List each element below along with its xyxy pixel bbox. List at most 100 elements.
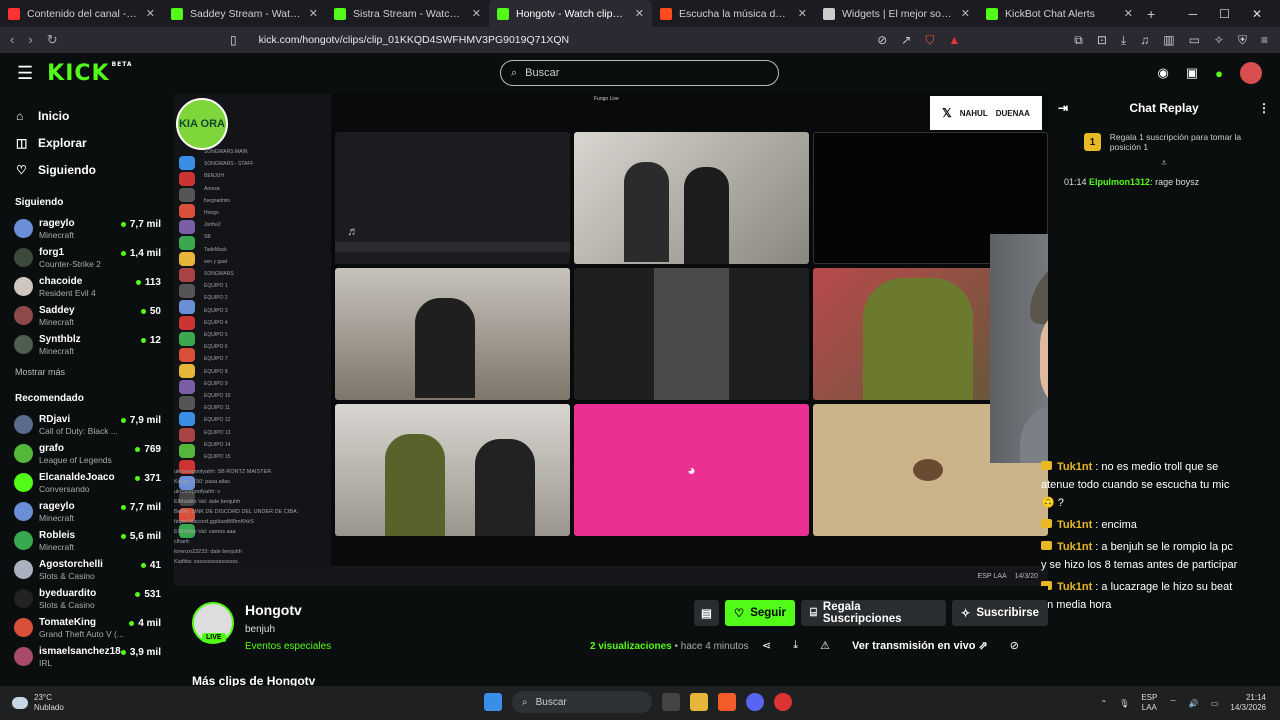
discord-app-icon[interactable]: [746, 693, 764, 711]
tab-close-icon[interactable]: ✕: [1124, 7, 1133, 20]
chat-options-icon[interactable]: ⋮: [1258, 101, 1270, 115]
browser-tab[interactable]: Sistra Stream - Watch Live on Kick ✕: [326, 0, 489, 27]
reload-icon[interactable]: ↻: [47, 32, 58, 48]
tab-close-icon[interactable]: ✕: [635, 7, 644, 20]
share-icon[interactable]: ↗: [901, 33, 911, 48]
language-indicator[interactable]: ESP LAA: [1141, 693, 1157, 713]
sidebar-channel[interactable]: Synthblz Minecraft 12: [0, 330, 172, 359]
tab-close-icon[interactable]: ✕: [472, 7, 481, 20]
kick-logo[interactable]: KICK BETA: [47, 61, 132, 86]
clip-icon[interactable]: ▣: [1186, 65, 1198, 81]
tray-arrow-icon[interactable]: ⌃: [1100, 699, 1107, 708]
url-text[interactable]: kick.com/hongotv/clips/clip_01KKQD4SWFHM…: [259, 34, 569, 46]
subscribe-button[interactable]: ✧ Suscribirse: [951, 600, 1048, 626]
sidebar-channel[interactable]: ismaelsanchez18 IRL 3,9 mil: [0, 642, 172, 671]
battery-icon[interactable]: ▭: [1211, 699, 1219, 708]
sidebar-channel[interactable]: grafo League of Legends 769: [0, 439, 172, 468]
tab-close-icon[interactable]: ✕: [961, 7, 970, 20]
sidebar-nav-explorar[interactable]: ◫ Explorar: [0, 129, 172, 156]
tab-close-icon[interactable]: ✕: [798, 7, 807, 20]
chat-user[interactable]: Tuk1nt: [1057, 461, 1092, 473]
sidebar-channel[interactable]: Robleis Minecraft 5,6 mil: [0, 526, 172, 555]
sidebar-icon[interactable]: ▥: [1163, 33, 1174, 48]
browser-tab[interactable]: Saddey Stream - Watch Live on Kick ✕: [163, 0, 326, 27]
chat-user[interactable]: Tuk1nt: [1057, 541, 1092, 553]
sidebar-channel[interactable]: Saddey Minecraft 50: [0, 301, 172, 330]
sidebar-channel[interactable]: forg1 Counter-Strike 2 1,4 mil: [0, 243, 172, 272]
extensions-icon[interactable]: ⧉: [1074, 33, 1083, 48]
channel-game: Call of Duty: Black ...: [39, 425, 118, 436]
forward-icon[interactable]: ›: [28, 32, 32, 48]
download-clip-icon[interactable]: ⤓: [793, 639, 798, 652]
vpn-icon[interactable]: ⛨: [1238, 33, 1247, 48]
app-icon[interactable]: [774, 693, 792, 711]
overlay-chat-line: ElMaldito Val: dale benjuhh: [174, 499, 241, 505]
tab-close-icon[interactable]: ✕: [146, 7, 155, 20]
chat-user[interactable]: Tuk1nt: [1057, 581, 1092, 593]
follow-button[interactable]: ♡ Seguir: [724, 600, 795, 626]
volume-icon[interactable]: 🔊: [1189, 699, 1199, 708]
browser-tab[interactable]: KickBot Chat Alerts ✕: [978, 0, 1141, 27]
watch-live-link[interactable]: Ver transmisión en vivo ⇗: [852, 639, 988, 652]
close-window-icon[interactable]: ✕: [1252, 7, 1262, 21]
new-tab-button[interactable]: +: [1147, 6, 1155, 22]
category-link[interactable]: Eventos especiales: [245, 641, 331, 652]
sidebar-channel[interactable]: TomateKing Grand Theft Auto V (... 4 mil: [0, 613, 172, 642]
back-icon[interactable]: ‹: [10, 32, 14, 48]
chat-user[interactable]: Tuk1nt: [1057, 519, 1092, 531]
download-icon[interactable]: ⤓: [1121, 33, 1126, 48]
brave-icon[interactable]: [718, 693, 736, 711]
weather-widget[interactable]: 23°C Nublado: [0, 693, 64, 713]
gift-leaderboard[interactable]: 1 Regala 1 suscripción para tomar la pos…: [1084, 132, 1270, 152]
rewards-icon[interactable]: ▲: [948, 33, 960, 48]
collapse-chat-icon[interactable]: ⇥: [1058, 101, 1068, 115]
clock[interactable]: 21:14 14/3/2026: [1230, 693, 1266, 713]
user-avatar[interactable]: [1240, 62, 1262, 84]
browser-tab[interactable]: Escucha la música de Sistracks | Disfrut…: [652, 0, 815, 27]
sidebar-channel[interactable]: Agostorchelli Slots & Casino 41: [0, 555, 172, 584]
cast-off-icon[interactable]: ⊘: [877, 33, 887, 48]
report-icon[interactable]: ⚠: [820, 639, 830, 652]
bookmark-icon[interactable]: ▯: [230, 33, 237, 47]
video-player[interactable]: KIA ORA SONGWARS MAIN SONGWARS - STAFF BEN…: [174, 94, 1048, 586]
maximize-icon[interactable]: ☐: [1219, 7, 1230, 21]
windows-start-icon[interactable]: [484, 693, 502, 711]
sidebar-channel[interactable]: chacoide Resident Evil 4 113: [0, 272, 172, 301]
notifications-icon[interactable]: ◉: [1158, 65, 1169, 81]
tab-close-icon[interactable]: ✕: [309, 7, 318, 20]
chat-user[interactable]: Elpulmon1312: [1089, 177, 1150, 187]
leo-icon[interactable]: ✧: [1214, 33, 1224, 48]
wifi-icon[interactable]: ⌔: [1169, 698, 1177, 708]
share-clip-icon[interactable]: ⋖: [762, 639, 771, 652]
sidebar-channel[interactable]: rageylo Minecraft 7,7 mil: [0, 214, 172, 243]
task-view-icon[interactable]: [662, 693, 680, 711]
media-icon[interactable]: ♫: [1140, 33, 1149, 48]
browser-tab[interactable]: Contenido del canal - YouTube Studio ✕: [0, 0, 163, 27]
minimize-icon[interactable]: ─: [1189, 7, 1198, 21]
sidebar-nav-inicio[interactable]: ⌂ Inicio: [0, 102, 172, 129]
taskbar-search[interactable]: ⌕ Buscar: [512, 691, 652, 713]
sidebar-channel[interactable]: rageylo Minecraft 7,7 mil: [0, 497, 172, 526]
wallet-icon[interactable]: ▭: [1189, 33, 1200, 48]
channel-name[interactable]: Hongotv: [245, 602, 302, 618]
search-input[interactable]: ⌕ Buscar: [500, 60, 779, 86]
browser-tab[interactable]: Hongotv - Watch clips on Kick ✕: [489, 0, 652, 27]
sidebar-channel[interactable]: byeduardito Slots & Casino 531: [0, 584, 172, 613]
screenshot-icon[interactable]: ⊡: [1097, 33, 1107, 48]
file-explorer-icon[interactable]: [690, 693, 708, 711]
gift-subs-button[interactable]: ⌸ Regala Suscripciones: [800, 600, 946, 626]
sidebar-channel[interactable]: ElcanaldeJoaco Conversando 371: [0, 468, 172, 497]
show-more-link[interactable]: Mostrar más: [0, 367, 172, 377]
theater-mode-icon[interactable]: ⊘: [1010, 639, 1019, 652]
kick-green-icon[interactable]: ●: [1215, 66, 1223, 81]
more-options-button[interactable]: ▤: [694, 600, 719, 626]
sidebar-nav-siguiendo[interactable]: ♡ Siguiendo: [0, 156, 172, 183]
browser-tab[interactable]: Widgets | El mejor software para podcast…: [815, 0, 978, 27]
expand-icon[interactable]: ⩡: [1048, 158, 1280, 169]
mic-icon[interactable]: 🎙: [1119, 699, 1129, 708]
menu-icon[interactable]: ≡: [1261, 33, 1268, 48]
hamburger-icon[interactable]: ☰: [17, 63, 33, 84]
brave-shield-icon[interactable]: ⛉: [925, 33, 934, 48]
sidebar-channel[interactable]: RDjavi Call of Duty: Black ... 7,9 mil: [0, 410, 172, 439]
channel-game: Conversando: [39, 483, 90, 494]
